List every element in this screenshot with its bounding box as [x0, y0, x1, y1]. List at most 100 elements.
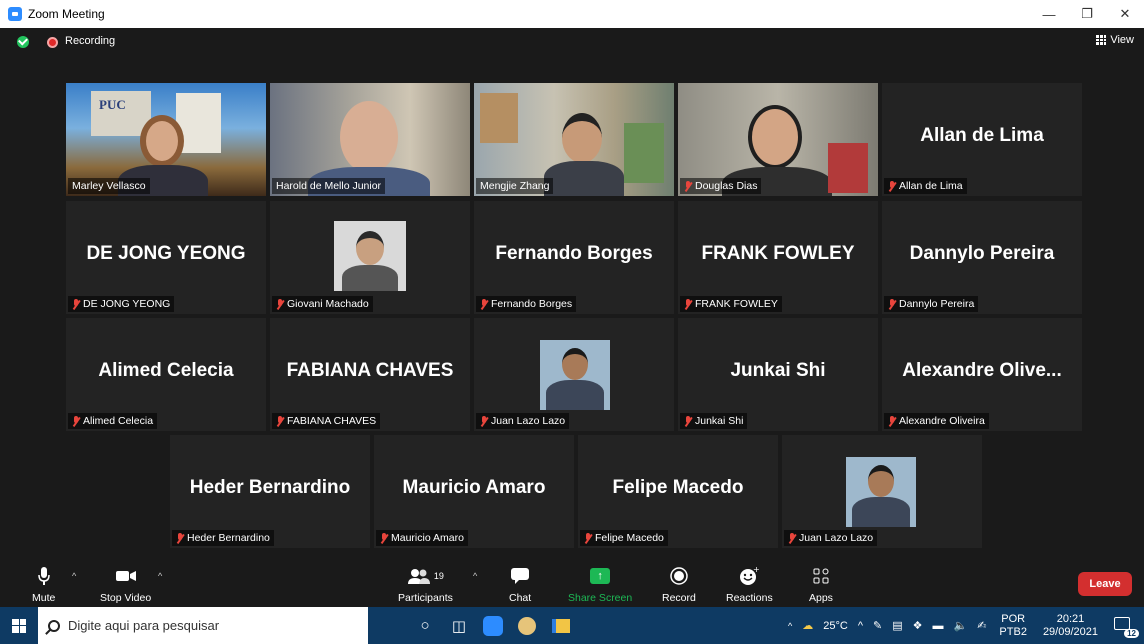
muted-mic-icon — [480, 298, 488, 310]
participant-name-label: Juan Lazo Lazo — [476, 413, 570, 429]
participant-name-label: Douglas Dias — [680, 178, 762, 194]
participant-tile[interactable]: Alexandre Olive... Alexandre Oliveira — [882, 318, 1082, 431]
participants-count: 19 — [433, 571, 444, 581]
muted-mic-icon — [888, 415, 896, 427]
dropbox-icon[interactable]: ❖ — [908, 619, 928, 632]
chat-button[interactable]: Chat — [509, 565, 531, 604]
participant-name-label: Fernando Borges — [476, 296, 577, 312]
participant-tile[interactable]: Douglas Dias — [678, 83, 878, 196]
participant-name-label: Junkai Shi — [680, 413, 748, 429]
participant-name-label: Alexandre Oliveira — [884, 413, 989, 429]
apps-button[interactable]: Apps — [809, 565, 833, 604]
muted-mic-icon — [276, 415, 284, 427]
restore-button[interactable]: ❐ — [1068, 0, 1106, 28]
system-tray: ^ ☁ 25°C ^ ✎ ▤ ❖ ▬ 🔈 ✍ POR PTB2 20:21 29… — [783, 607, 1144, 644]
muted-mic-icon — [276, 298, 284, 310]
search-icon — [48, 619, 60, 632]
participant-tile[interactable]: Mauricio Amaro Mauricio Amaro — [374, 435, 574, 548]
recording-icon — [47, 37, 58, 48]
participant-tile[interactable]: Mengjie Zhang — [474, 83, 674, 196]
participant-name-label: FRANK FOWLEY — [680, 296, 782, 312]
taskbar-search-input[interactable] — [68, 618, 348, 633]
task-view-icon[interactable]: ◫ — [442, 607, 476, 644]
participant-name-label: Allan de Lima — [884, 178, 967, 194]
record-button[interactable]: Record — [662, 565, 696, 604]
meeting-toolbar: Mute ^ Stop Video ^ 19 Participants ^ Ch… — [0, 561, 1144, 607]
participant-tile[interactable]: DE JONG YEONG DE JONG YEONG — [66, 201, 266, 314]
start-button[interactable] — [0, 607, 38, 644]
participant-tile[interactable]: FRANK FOWLEY FRANK FOWLEY — [678, 201, 878, 314]
participant-tile[interactable]: Dannylo Pereira Dannylo Pereira — [882, 201, 1082, 314]
view-button[interactable]: View — [1096, 34, 1134, 46]
notification-center-icon[interactable]: 12 — [1114, 616, 1139, 638]
video-options-chevron-icon[interactable]: ^ — [158, 571, 162, 581]
participant-name-label: Dannylo Pereira — [884, 296, 979, 312]
participant-name-label: Harold de Mello Junior — [272, 178, 386, 194]
participant-display-name: Fernando Borges — [495, 243, 653, 264]
system-clock[interactable]: 20:21 29/09/2021 — [1035, 613, 1106, 639]
participants-button[interactable]: 19 Participants — [398, 565, 453, 604]
participant-name-label: Marley Vellasco — [68, 178, 150, 194]
window-controls: — ❐ ✕ — [1030, 0, 1144, 28]
taskbar-search[interactable] — [38, 607, 368, 644]
mute-button[interactable]: Mute — [32, 565, 55, 604]
participant-tile[interactable]: Junkai Shi Junkai Shi — [678, 318, 878, 431]
participant-tile[interactable]: Fernando Borges Fernando Borges — [474, 201, 674, 314]
participant-tile[interactable]: Allan de Lima Allan de Lima — [882, 83, 1082, 196]
stop-video-button[interactable]: Stop Video — [100, 565, 151, 604]
muted-mic-icon — [684, 180, 692, 192]
zoom-taskbar-icon[interactable] — [476, 607, 510, 644]
recording-label[interactable]: Recording — [65, 35, 115, 47]
network-icon[interactable]: ▤ — [887, 619, 907, 632]
battery-icon[interactable]: ▬ — [928, 620, 949, 632]
muted-mic-icon — [684, 298, 692, 310]
participant-display-name: Alimed Celecia — [98, 360, 234, 381]
participant-tile[interactable]: Alimed Celecia Alimed Celecia — [66, 318, 266, 431]
minimize-button[interactable]: — — [1030, 0, 1068, 28]
svg-text:+: + — [753, 566, 759, 574]
microphone-icon — [37, 565, 51, 587]
cortana-icon[interactable]: ○ — [408, 607, 442, 644]
participant-tile[interactable]: Felipe Macedo Felipe Macedo — [578, 435, 778, 548]
share-screen-arrow-icon: ↑ — [590, 568, 611, 584]
leave-button[interactable]: Leave — [1078, 572, 1132, 596]
participant-tile[interactable]: Juan Lazo Lazo — [474, 318, 674, 431]
weather-icon[interactable]: ☁ — [797, 619, 818, 632]
participant-tile[interactable]: Heder Bernardino Heder Bernardino — [170, 435, 370, 548]
security-shield-icon[interactable] — [17, 36, 29, 48]
window-title: Zoom Meeting — [28, 7, 105, 21]
audio-options-chevron-icon[interactable]: ^ — [72, 571, 76, 581]
share-screen-button[interactable]: ↑ Share Screen — [568, 565, 632, 604]
grid-view-icon — [1096, 35, 1107, 45]
reactions-button[interactable]: + Reactions — [726, 565, 773, 604]
participant-name-label: Alimed Celecia — [68, 413, 158, 429]
profile-photo — [540, 340, 610, 410]
participant-name-label: Felipe Macedo — [580, 530, 668, 546]
participant-tile[interactable]: FABIANA CHAVES FABIANA CHAVES — [270, 318, 470, 431]
show-hidden-icons-chevron-icon[interactable]: ^ — [853, 620, 868, 632]
profile-photo — [846, 457, 916, 527]
profile-photo — [334, 221, 406, 291]
smiley-plus-icon: + — [739, 565, 759, 587]
file-explorer-icon[interactable] — [544, 607, 578, 644]
muted-mic-icon — [176, 532, 184, 544]
zoom-app-icon — [8, 7, 22, 21]
participant-tile[interactable]: Giovani Machado — [270, 201, 470, 314]
participant-tile[interactable]: Juan Lazo Lazo — [782, 435, 982, 548]
participant-tile[interactable]: Harold de Mello Junior — [270, 83, 470, 196]
participant-name-label: FABIANA CHAVES — [272, 413, 381, 429]
close-button[interactable]: ✕ — [1106, 0, 1144, 28]
tray-expand-chevron-icon[interactable]: ^ — [783, 621, 797, 631]
record-icon — [670, 565, 688, 587]
participant-display-name: Heder Bernardino — [189, 477, 351, 498]
pen-icon[interactable]: ✎ — [868, 619, 887, 632]
participant-tile[interactable]: PUC Marley Vellasco — [66, 83, 266, 196]
volume-icon[interactable]: 🔈 — [949, 619, 973, 632]
muted-mic-icon — [480, 415, 488, 427]
temperature[interactable]: 25°C — [818, 620, 853, 632]
touch-keyboard-icon[interactable]: ✍ — [972, 619, 991, 632]
meeting-topbar: Recording View — [0, 28, 1144, 56]
participants-options-chevron-icon[interactable]: ^ — [473, 571, 477, 581]
language-indicator[interactable]: POR PTB2 — [991, 613, 1035, 639]
paint-app-icon[interactable] — [510, 607, 544, 644]
